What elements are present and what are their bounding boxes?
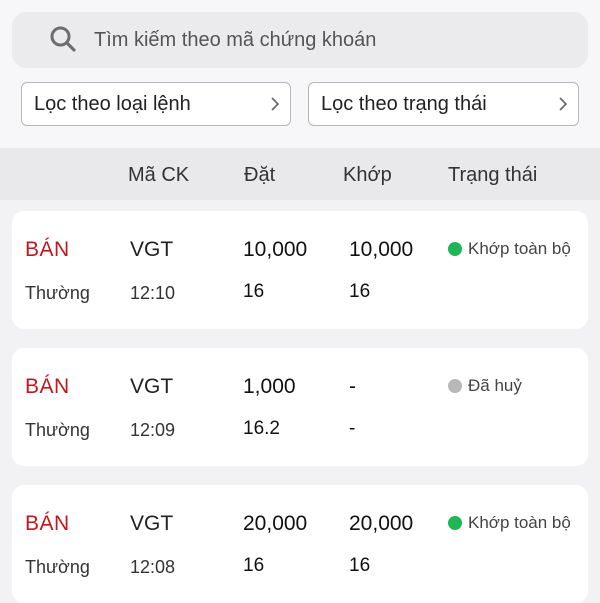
ordered-quantity: 1,000 (243, 375, 296, 398)
column-header-symbol: Mã CK (128, 164, 190, 186)
order-status: Khớp toàn bộ (448, 513, 571, 533)
order-type: Thường (25, 283, 90, 303)
order-status: Đã huỷ (448, 376, 522, 396)
order-symbol: VGT (130, 375, 174, 398)
order-status-label: Khớp toàn bộ (468, 239, 571, 258)
filter-status-label: Lọc theo trạng thái (321, 93, 487, 115)
ordered-quantity: 10,000 (243, 238, 308, 261)
order-type: Thường (25, 557, 90, 577)
order-status-label: Khớp toàn bộ (468, 513, 571, 532)
filter-order-type-label: Lọc theo loại lệnh (34, 93, 191, 115)
order-status: Khớp toàn bộ (448, 239, 571, 259)
order-type: Thường (25, 420, 90, 440)
matched-price: - (349, 418, 356, 439)
filter-order-type-button[interactable]: Lọc theo loại lệnh (21, 82, 291, 126)
order-time: 12:10 (130, 283, 176, 303)
ordered-price: 16 (243, 281, 265, 302)
status-dot-icon (448, 516, 462, 530)
search-box[interactable] (12, 12, 588, 68)
order-symbol: VGT (130, 238, 174, 261)
order-status-label: Đã huỷ (468, 376, 522, 395)
column-header-matched: Khớp (343, 164, 392, 186)
matched-quantity: - (349, 375, 356, 398)
order-symbol: VGT (130, 512, 174, 535)
matched-quantity: 20,000 (349, 512, 414, 535)
column-header-ordered: Đặt (244, 164, 276, 186)
top-bar: Lọc theo loại lệnh Lọc theo trạng thái (0, 0, 600, 148)
order-time: 12:08 (130, 557, 176, 577)
ordered-price: 16.2 (243, 418, 280, 439)
order-side: BÁN (25, 375, 70, 398)
status-dot-icon (448, 379, 462, 393)
ordered-quantity: 20,000 (243, 512, 308, 535)
order-card[interactable]: BÁN Thường VGT 12:08 20,000 16 20,000 16… (12, 485, 588, 603)
order-card[interactable]: BÁN Thường VGT 12:09 1,000 16.2 - - Đã h… (12, 348, 588, 466)
matched-price: 16 (349, 281, 371, 302)
search-icon (50, 26, 76, 52)
order-side: BÁN (25, 512, 70, 535)
ordered-price: 16 (243, 555, 265, 576)
matched-quantity: 10,000 (349, 238, 414, 261)
chevron-right-icon (271, 97, 280, 111)
order-time: 12:09 (130, 420, 176, 440)
matched-price: 16 (349, 555, 371, 576)
column-header-status: Trạng thái (448, 164, 538, 186)
status-dot-icon (448, 242, 462, 256)
table-header: Mã CK Đặt Khớp Trạng thái (0, 148, 600, 200)
order-card[interactable]: BÁN Thường VGT 12:10 10,000 16 10,000 16… (12, 211, 588, 329)
filter-status-button[interactable]: Lọc theo trạng thái (308, 82, 579, 126)
order-side: BÁN (25, 238, 70, 261)
chevron-right-icon (559, 97, 568, 111)
search-input[interactable] (94, 26, 564, 54)
